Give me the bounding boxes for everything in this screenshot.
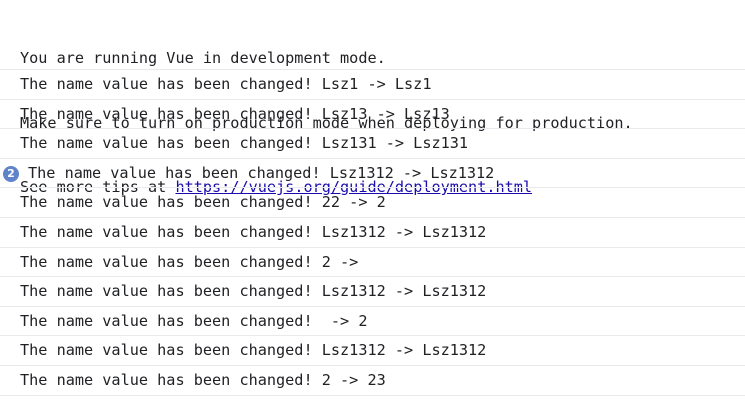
message-text: The name value has been changed! Lsz1312…	[20, 282, 487, 301]
message-text: The name value has been changed! 2 -> 23	[20, 370, 386, 389]
console-message-repeated: 2 The name value has been changed! Lsz131…	[0, 159, 745, 189]
message-text: The name value has been changed! Lsz1312…	[20, 341, 487, 360]
console-message: The name value has been changed! Lsz1 ->…	[0, 70, 745, 100]
console-message: The name value has been changed! Lsz1312…	[0, 277, 745, 307]
message-text: The name value has been changed! Lsz1 ->…	[20, 75, 432, 93]
message-text: The name value has been changed! Lsz13 -…	[20, 104, 450, 123]
message-text: The name value has been changed! Lsz1312…	[28, 163, 495, 182]
console-message: The name value has been changed! Lsz1312…	[0, 336, 745, 366]
console-message: The name value has been changed! Lsz131 …	[0, 129, 745, 159]
console-message: The name value has been changed! 22 -> 2	[0, 188, 745, 218]
console-message: The name value has been changed! 2 -> 23	[0, 366, 745, 396]
message-text: The name value has been changed! 22 -> 2	[20, 193, 386, 212]
console-message: The name value has been changed! Lsz13 -…	[0, 100, 745, 130]
console-panel: You are running Vue in development mode.…	[0, 0, 745, 405]
console-message: The name value has been changed! 2 ->	[0, 248, 745, 278]
message-text: The name value has been changed! 2 ->	[20, 252, 368, 271]
message-text: The name value has been changed! Lsz1312…	[20, 222, 487, 241]
console-message: The name value has been changed! -> 2	[0, 307, 745, 337]
message-text: The name value has been changed! Lsz131 …	[20, 134, 469, 153]
repeat-count-badge: 2	[3, 165, 19, 182]
console-message: The name value has been changed! Lsz1312…	[0, 218, 745, 248]
dev-mode-line-1: You are running Vue in development mode.	[20, 49, 386, 67]
message-text: The name value has been changed! -> 2	[20, 311, 368, 330]
console-message-vue-dev-mode: You are running Vue in development mode.…	[0, 0, 745, 196]
